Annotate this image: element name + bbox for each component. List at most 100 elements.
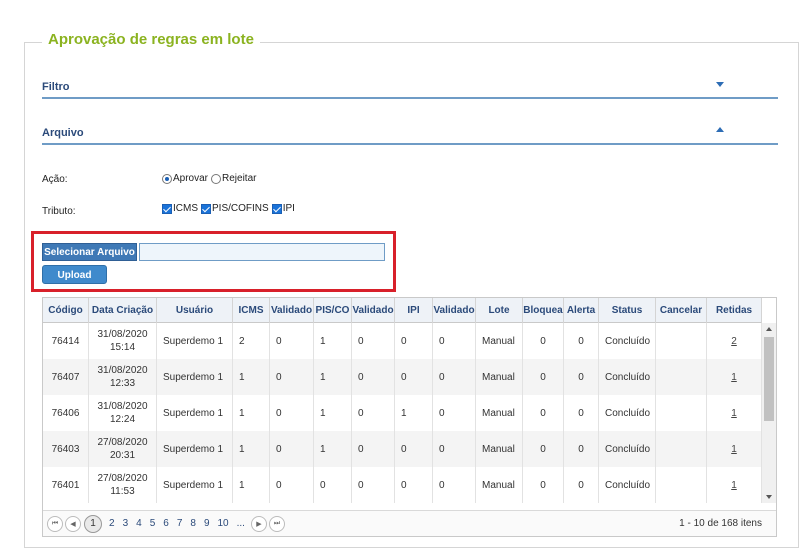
page-number[interactable]: 5 (150, 518, 156, 529)
cell-pis: 1 (314, 323, 352, 359)
scrollbar-thumb[interactable] (764, 337, 774, 421)
table-row[interactable]: 76403 27/08/2020 20:31 Superdemo 1 1 0 1 … (43, 431, 762, 467)
table-row[interactable]: 76414 31/08/2020 15:14 Superdemo 1 2 0 1 … (43, 323, 762, 359)
reject-radio-label[interactable]: Rejeitar (222, 173, 256, 184)
cell-date: 31/08/2020 (97, 365, 148, 376)
filter-section-header[interactable]: Filtro (42, 79, 778, 99)
col-ipi[interactable]: IPI (395, 298, 433, 323)
col-validado-ipi[interactable]: Validado (433, 298, 476, 323)
col-retidas[interactable]: Retidas (707, 298, 762, 323)
cell-bloqueadas: 0 (523, 359, 564, 395)
page-number[interactable]: 4 (136, 518, 142, 529)
col-validado-icms[interactable]: Validado (270, 298, 314, 323)
col-usuario[interactable]: Usuário (157, 298, 233, 323)
cell-date: 31/08/2020 (97, 401, 148, 412)
cell-codigo: 76401 (43, 467, 89, 503)
cell-validado-ipi: 0 (433, 431, 476, 467)
reject-radio[interactable] (211, 173, 222, 184)
cell-alerta: 0 (564, 395, 599, 431)
cell-codigo: 76403 (43, 431, 89, 467)
ipi-checkbox[interactable] (271, 203, 282, 214)
cell-retidas: 2 (707, 323, 762, 359)
next-page-icon[interactable]: ▶ (250, 515, 267, 532)
page-number[interactable]: 7 (177, 518, 183, 529)
upload-button[interactable]: Upload (42, 265, 107, 284)
cell-cancelar[interactable] (656, 431, 707, 467)
select-file-button[interactable]: Selecionar Arquivo (42, 243, 137, 261)
cell-pis: 1 (314, 395, 352, 431)
pis-cofins-checkbox[interactable] (201, 203, 211, 214)
col-status[interactable]: Status (599, 298, 656, 323)
col-lote[interactable]: Lote (476, 298, 523, 323)
col-icms[interactable]: ICMS (233, 298, 270, 323)
cell-icms: 2 (233, 323, 270, 359)
ipi-checkbox-label[interactable]: IPI (283, 203, 295, 214)
cell-alerta: 0 (564, 359, 599, 395)
cell-date: 31/08/2020 (97, 329, 148, 340)
page-number[interactable]: 2 (109, 518, 115, 529)
table-row[interactable]: 76401 27/08/2020 11:53 Superdemo 1 1 0 0 … (43, 467, 762, 503)
first-page-icon[interactable]: ⏮ (47, 515, 63, 532)
tax-checkbox-group: ICMS PIS/COFINS IPI (162, 203, 298, 214)
col-data-criacao[interactable]: Data Criação (89, 298, 157, 323)
cell-alerta: 0 (564, 467, 599, 503)
pager-info: 1 - 10 de 168 itens (679, 518, 762, 529)
col-pis-cofins[interactable]: PIS/CO (314, 298, 352, 323)
cell-cancelar[interactable] (656, 467, 707, 503)
cell-validado-pis: 0 (352, 395, 395, 431)
retidas-link[interactable]: 2 (731, 336, 737, 347)
page-number[interactable]: 6 (163, 518, 169, 529)
page-number[interactable]: 9 (204, 518, 210, 529)
page-ellipsis[interactable]: ... (237, 518, 245, 529)
prev-page-icon[interactable]: ◀ (65, 515, 81, 532)
cell-alerta: 0 (564, 323, 599, 359)
cell-icms: 1 (233, 431, 270, 467)
col-bloqueadas[interactable]: Bloquea (523, 298, 564, 323)
approve-radio-label[interactable]: Aprovar (173, 173, 208, 184)
file-section-header[interactable]: Arquivo (42, 125, 778, 145)
scroll-up-arrow-icon[interactable] (766, 327, 772, 331)
col-validado-pis[interactable]: Validado (352, 298, 395, 323)
page-number[interactable]: 3 (123, 518, 129, 529)
table-row[interactable]: 76406 31/08/2020 12:24 Superdemo 1 1 0 1 … (43, 395, 762, 431)
cell-cancelar[interactable] (656, 323, 707, 359)
pis-cofins-checkbox-label[interactable]: PIS/COFINS (212, 203, 269, 214)
grid-header: Código Data Criação Usuário ICMS Validad… (43, 298, 762, 323)
retidas-link[interactable]: 1 (731, 444, 737, 455)
cell-validado-pis: 0 (352, 323, 395, 359)
grid-body: 76414 31/08/2020 15:14 Superdemo 1 2 0 1 … (43, 323, 762, 503)
page-number-current[interactable]: 1 (84, 514, 102, 533)
page-number[interactable]: 10 (218, 518, 229, 529)
cell-alerta: 0 (564, 431, 599, 467)
icms-checkbox-label[interactable]: ICMS (173, 203, 198, 214)
icms-checkbox[interactable] (162, 203, 172, 214)
col-cancelar[interactable]: Cancelar (656, 298, 707, 323)
cell-time: 11:53 (110, 486, 135, 497)
cell-ipi: 0 (395, 431, 433, 467)
table-row[interactable]: 76407 31/08/2020 12:33 Superdemo 1 1 0 1 … (43, 359, 762, 395)
col-alerta[interactable]: Alerta (564, 298, 599, 323)
chevron-down-icon[interactable] (716, 82, 724, 87)
cell-data: 31/08/2020 15:14 (89, 323, 157, 359)
cell-codigo: 76407 (43, 359, 89, 395)
approve-radio[interactable] (162, 173, 172, 184)
cell-status: Concluído (599, 323, 656, 359)
file-path-input[interactable] (139, 243, 385, 261)
cell-bloqueadas: 0 (523, 467, 564, 503)
cell-cancelar[interactable] (656, 395, 707, 431)
grid-vertical-scrollbar[interactable] (762, 323, 776, 503)
retidas-link[interactable]: 1 (731, 372, 737, 383)
chevron-up-icon[interactable] (716, 127, 724, 132)
cell-validado-icms: 0 (270, 431, 314, 467)
cell-data: 27/08/2020 11:53 (89, 467, 157, 503)
last-page-icon[interactable]: ⏭ (268, 515, 285, 532)
retidas-link[interactable]: 1 (731, 480, 737, 491)
page-number[interactable]: 8 (190, 518, 196, 529)
scroll-down-arrow-icon[interactable] (766, 495, 772, 499)
cell-validado-ipi: 0 (433, 467, 476, 503)
cell-retidas: 1 (707, 359, 762, 395)
action-radio-group: Aprovar Rejeitar (162, 173, 259, 184)
col-codigo[interactable]: Código (43, 298, 89, 323)
retidas-link[interactable]: 1 (731, 408, 737, 419)
cell-cancelar[interactable] (656, 359, 707, 395)
